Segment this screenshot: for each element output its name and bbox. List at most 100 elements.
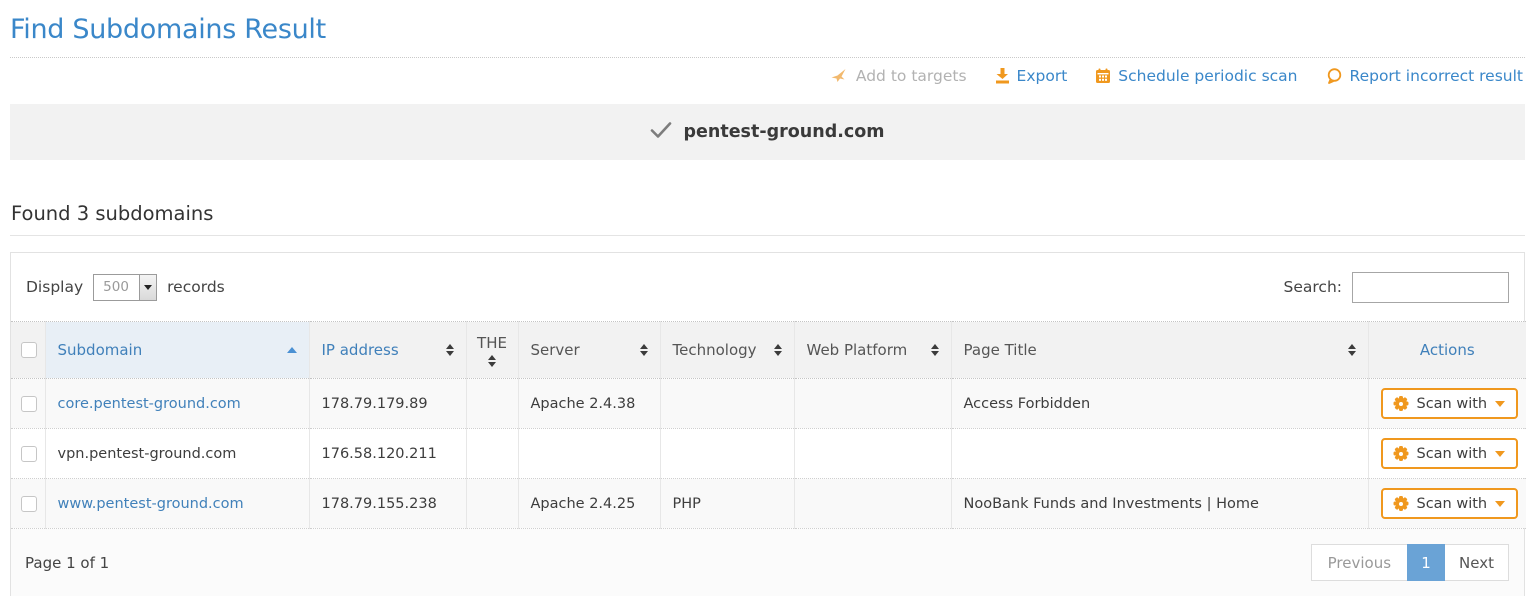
chevron-down-icon [139,275,156,300]
column-header-technology[interactable]: Technology [660,322,794,379]
cell-ip: 176.58.120.211 [309,429,466,479]
cell-technology: PHP [660,479,794,529]
pagination-next[interactable]: Next [1444,544,1509,581]
cell-the [466,479,518,529]
search-label: Search: [1284,278,1342,296]
column-header-page-title[interactable]: Page Title [951,322,1368,379]
subdomain-text: vpn.pentest-ground.com [58,446,237,462]
web-platform-column-label: Web Platform [807,341,908,359]
export-label: Export [1017,67,1068,85]
results-table-container: Display 500 records Search: [10,252,1525,596]
sort-both-icon [488,355,496,367]
report-incorrect-result-label: Report incorrect result [1350,67,1524,85]
table-header-row: Subdomain IP address THE Server Technolo… [11,322,1526,379]
records-per-page-value: 500 [94,275,139,300]
display-records-control: Display 500 records [26,274,225,301]
scan-with-button[interactable]: Scan with [1381,488,1519,519]
cell-subdomain: vpn.pentest-ground.com [45,429,309,479]
cell-web-platform [794,429,951,479]
scan-with-label: Scan with [1417,496,1488,512]
subdomain-link[interactable]: www.pentest-ground.com [58,496,244,512]
select-all-checkbox[interactable] [21,342,37,358]
ip-column-label: IP address [322,341,399,359]
search-control: Search: [1284,272,1509,303]
cell-the [466,379,518,429]
sort-both-icon [640,344,648,356]
cell-page-title: Access Forbidden [951,379,1368,429]
cell-server [518,429,660,479]
cell-web-platform [794,379,951,429]
caret-down-icon [1495,401,1505,407]
display-label: Display [26,278,83,296]
cell-web-platform [794,479,951,529]
column-header-ip[interactable]: IP address [309,322,466,379]
add-to-targets-button[interactable]: Add to targets [831,67,967,85]
row-checkbox[interactable] [21,496,37,512]
page-info: Page 1 of 1 [25,554,109,572]
column-header-server[interactable]: Server [518,322,660,379]
cell-ip: 178.79.179.89 [309,379,466,429]
column-header-actions: Actions [1368,322,1526,379]
page-title-column-label: Page Title [964,341,1037,359]
export-button[interactable]: Export [995,67,1068,85]
find-subdomains-page: Find Subdomains Result Add to targets Ex… [0,0,1536,596]
results-heading: Found 3 subdomains [10,202,1525,236]
scan-with-label: Scan with [1417,446,1488,462]
plane-icon [831,68,849,84]
cell-ip: 178.79.155.238 [309,479,466,529]
cell-subdomain: www.pentest-ground.com [45,479,309,529]
pagination: Previous 1 Next [1311,544,1509,581]
technology-column-label: Technology [673,341,757,359]
search-input[interactable] [1352,272,1509,303]
gear-icon [1394,396,1409,411]
table-row: www.pentest-ground.com 178.79.155.238 Ap… [11,479,1526,529]
check-icon [650,121,672,143]
gear-icon [1394,496,1409,511]
subdomain-link[interactable]: core.pentest-ground.com [58,396,241,412]
caret-down-icon [1495,451,1505,457]
cell-page-title [951,429,1368,479]
report-incorrect-result-button[interactable]: Report incorrect result [1326,67,1524,85]
pagination-page-1[interactable]: 1 [1407,544,1445,581]
cell-the [466,429,518,479]
table-row: vpn.pentest-ground.com 176.58.120.211 Sc… [11,429,1526,479]
cell-subdomain: core.pentest-ground.com [45,379,309,429]
table-footer: Page 1 of 1 Previous 1 Next [11,529,1524,596]
the-column-label: THE [477,334,507,352]
scan-with-button[interactable]: Scan with [1381,438,1519,469]
cell-technology [660,379,794,429]
calendar-icon [1095,68,1111,84]
row-checkbox[interactable] [21,396,37,412]
target-banner: pentest-ground.com [10,104,1525,160]
cell-server: Apache 2.4.25 [518,479,660,529]
page-title: Find Subdomains Result [10,14,1525,45]
sort-both-icon [774,344,782,356]
target-domain: pentest-ground.com [683,122,884,142]
select-all-column-header [11,322,45,379]
sort-both-icon [1348,344,1356,356]
sort-asc-icon [287,347,297,353]
cell-technology [660,429,794,479]
table-row: core.pentest-ground.com 178.79.179.89 Ap… [11,379,1526,429]
cell-server: Apache 2.4.38 [518,379,660,429]
scan-with-button[interactable]: Scan with [1381,388,1519,419]
scan-with-label: Scan with [1417,396,1488,412]
comment-icon [1326,68,1343,84]
gear-icon [1394,446,1409,461]
sort-both-icon [931,344,939,356]
table-controls: Display 500 records Search: [11,253,1524,321]
column-header-the[interactable]: THE [466,322,518,379]
row-checkbox[interactable] [21,446,37,462]
records-per-page-select[interactable]: 500 [93,274,157,301]
records-label: records [167,278,225,296]
schedule-periodic-scan-button[interactable]: Schedule periodic scan [1095,67,1297,85]
column-header-subdomain[interactable]: Subdomain [45,322,309,379]
column-header-web-platform[interactable]: Web Platform [794,322,951,379]
caret-down-icon [1495,501,1505,507]
server-column-label: Server [531,341,580,359]
schedule-periodic-scan-label: Schedule periodic scan [1118,67,1297,85]
pagination-previous[interactable]: Previous [1311,544,1408,581]
toolbar: Add to targets Export Schedule periodic … [10,58,1525,95]
add-to-targets-label: Add to targets [856,67,967,85]
download-icon [995,68,1010,84]
